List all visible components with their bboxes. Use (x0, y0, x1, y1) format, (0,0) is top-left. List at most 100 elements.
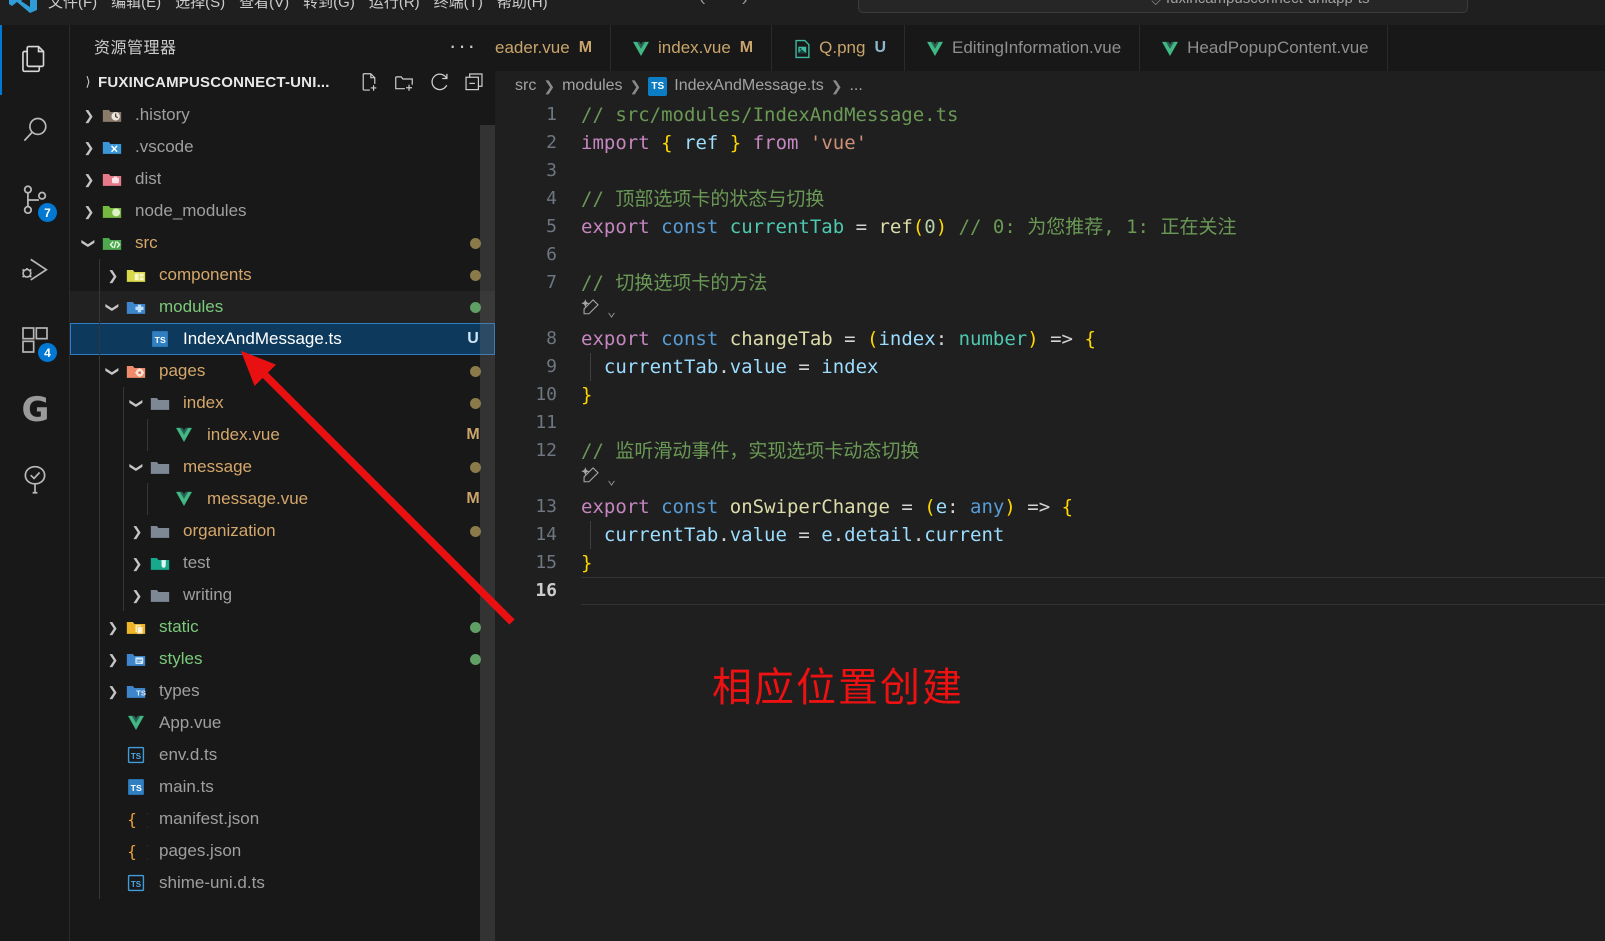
menu-view[interactable]: 查看(V) (239, 0, 289, 12)
tree-folder-static[interactable]: ❯ static (70, 611, 495, 643)
tree-folder-modules[interactable]: ❯ modules (70, 291, 495, 323)
sidebar-item-extensions[interactable]: 4 (0, 305, 70, 375)
new-folder-icon[interactable] (393, 71, 415, 93)
chevron-right-icon[interactable]: ❯ (102, 685, 124, 698)
breadcrumb-file[interactable]: IndexAndMessage.ts (674, 77, 823, 95)
code-line[interactable]: 5 export const currentTab = ref(0) // 0: … (495, 213, 1605, 241)
tree-folder-pages[interactable]: ❯ pages (70, 355, 495, 387)
tree-folder-src[interactable]: ❯ src (70, 227, 495, 259)
breadcrumb-src[interactable]: src (515, 77, 536, 95)
editor-tab-index.vue[interactable]: index.vue M (611, 25, 773, 71)
codelens-action[interactable]: ⌄ (495, 465, 1605, 493)
code-line[interactable]: 15} (495, 549, 1605, 577)
collapse-all-icon[interactable] (463, 71, 485, 93)
tree-folder-components[interactable]: ❯ components (70, 259, 495, 291)
tree-folder-.history[interactable]: ❯ .history (70, 99, 495, 131)
sidebar-item-gitlens[interactable]: G (0, 375, 70, 445)
chevron-right-icon[interactable]: ❯ (102, 621, 124, 634)
chevron-right-icon[interactable]: ❯ (78, 141, 100, 154)
code-line[interactable]: 1 // src/modules/IndexAndMessage.ts (495, 101, 1605, 129)
menu-help[interactable]: 帮助(H) (497, 0, 548, 12)
menu-run[interactable]: 运行(R) (369, 0, 420, 12)
file-tree[interactable]: ❯ .history ❯ .vscode ❯ dist ❯ node_modules ❯ src ❯… (70, 99, 495, 899)
code-line[interactable]: 16 (495, 577, 1605, 605)
chevron-down-icon[interactable]: ❯ (106, 360, 121, 382)
tree-folder-types[interactable]: ❯ TS types (70, 675, 495, 707)
code-line[interactable]: 8 export const changeTab = (index: number… (495, 325, 1605, 353)
code-editor[interactable]: 1 // src/modules/IndexAndMessage.ts 2 impor… (495, 101, 1605, 941)
menu-goto[interactable]: 转到(G) (303, 0, 355, 12)
menu-file[interactable]: 文件(F) (48, 0, 97, 12)
editor-tab-editinginformation.vue[interactable]: EditingInformation.vue (905, 25, 1141, 71)
codelens-action[interactable]: ⌄ (495, 297, 1605, 325)
chevron-down-icon[interactable]: ❯ (130, 456, 145, 478)
tree-file-pages.json[interactable]: { } pages.json (70, 835, 495, 867)
editor-tab-q.png[interactable]: Q.png U (772, 25, 905, 71)
chevron-down-icon[interactable]: ❯ (82, 232, 97, 254)
code-line[interactable]: 12 // 监听滑动事件，实现选项卡动态切换 (495, 437, 1605, 465)
tree-file-env.d.ts[interactable]: TS env.d.ts (70, 739, 495, 771)
code-line[interactable]: 3 (495, 157, 1605, 185)
go-back-icon[interactable]: ‹ (700, 0, 706, 10)
explorer-more-actions-icon[interactable]: ··· (449, 35, 477, 57)
code-line[interactable]: 4 // 顶部选项卡的状态与切换 (495, 185, 1605, 213)
code-line[interactable]: 2 import { ref } from 'vue' (495, 129, 1605, 157)
workspace-root-row[interactable]: ⟩ FUXINCAMPUSCONNECT-UNI... (70, 67, 495, 97)
code-line[interactable]: 10} (495, 381, 1605, 409)
tree-file-index.vue[interactable]: index.vue M (70, 419, 495, 451)
tree-file-app.vue[interactable]: App.vue (70, 707, 495, 739)
tree-folder-organization[interactable]: ❯ organization (70, 515, 495, 547)
chevron-right-icon[interactable]: ❯ (126, 589, 148, 602)
navigation-buttons[interactable]: ‹ › (700, 0, 747, 10)
code-line[interactable]: 6 (495, 241, 1605, 269)
tree-folder-dist[interactable]: ❯ dist (70, 163, 495, 195)
chevron-right-icon[interactable]: ❯ (78, 109, 100, 122)
menu-terminal[interactable]: 终端(T) (434, 0, 483, 12)
editor-tab-headpopupcontent.vue[interactable]: HeadPopupContent.vue (1140, 25, 1388, 71)
chevron-right-icon[interactable]: ❯ (78, 173, 100, 186)
menu-select[interactable]: 选择(S) (175, 0, 225, 12)
tree-file-message.vue[interactable]: message.vue M (70, 483, 495, 515)
code-line[interactable]: 13 export const onSwiperChange = (e: any)… (495, 493, 1605, 521)
tree-file-main.ts[interactable]: TS main.ts (70, 771, 495, 803)
tree-file-manifest.json[interactable]: { } manifest.json (70, 803, 495, 835)
code-line[interactable]: 9 currentTab.value = index (495, 353, 1605, 381)
sparkle-edit-icon[interactable] (581, 297, 601, 325)
breadcrumb-symbols[interactable]: ... (849, 77, 862, 95)
sparkle-edit-icon[interactable] (581, 465, 601, 493)
editor-tab-eader.vue[interactable]: eader.vue M (495, 25, 612, 71)
chevron-right-icon[interactable]: ❯ (102, 269, 124, 282)
tree-folder-index[interactable]: ❯ index (70, 387, 495, 419)
breadcrumb-modules[interactable]: modules (562, 77, 622, 95)
new-file-icon[interactable] (358, 71, 380, 93)
tree-folder-message[interactable]: ❯ message (70, 451, 495, 483)
chevron-down-icon[interactable]: ❯ (106, 296, 121, 318)
tree-folder-.vscode[interactable]: ❯ .vscode (70, 131, 495, 163)
sidebar-item-search[interactable] (0, 95, 70, 165)
sidebar-item-todo-tree[interactable] (0, 445, 70, 515)
chevron-right-icon[interactable]: ❯ (78, 205, 100, 218)
tree-folder-writing[interactable]: ❯ writing (70, 579, 495, 611)
sidebar-item-source-control[interactable]: 7 (0, 165, 70, 235)
sidebar-item-run-and-debug[interactable] (0, 235, 70, 305)
chevron-right-icon[interactable]: ❯ (126, 525, 148, 538)
tree-folder-styles[interactable]: ❯ styles (70, 643, 495, 675)
chevron-down-icon[interactable]: ⌄ (607, 465, 616, 493)
tree-file-shime-uni.d.ts[interactable]: TS shime-uni.d.ts (70, 867, 495, 899)
chevron-right-icon[interactable]: ❯ (126, 557, 148, 570)
menu-edit[interactable]: 编辑(E) (111, 0, 161, 12)
tree-folder-test[interactable]: ❯ test (70, 547, 495, 579)
refresh-icon[interactable] (428, 71, 450, 93)
code-line[interactable]: 11 (495, 409, 1605, 437)
sidebar-scrollbar[interactable] (480, 125, 495, 941)
editor-tab-bar[interactable]: eader.vue Mindex.vue M Q.png U EditingInforma… (495, 25, 1605, 71)
code-line[interactable]: 14 currentTab.value = e.detail.current (495, 521, 1605, 549)
chevron-right-icon[interactable]: ❯ (102, 653, 124, 666)
chevron-down-icon[interactable]: ⌄ (607, 297, 616, 325)
tree-folder-node_modules[interactable]: ❯ node_modules (70, 195, 495, 227)
menu-bar[interactable]: 文件(F) 编辑(E) 选择(S) 查看(V) 转到(G) 运行(R) 终端(T… (48, 0, 548, 12)
sidebar-item-explorer[interactable] (0, 25, 70, 95)
chevron-down-icon[interactable]: ❯ (130, 392, 145, 414)
breadcrumb[interactable]: src ❯ modules ❯ TS IndexAndMessage.ts ❯ … (495, 71, 1605, 101)
chevron-down-icon[interactable]: ⟩ (78, 74, 98, 90)
